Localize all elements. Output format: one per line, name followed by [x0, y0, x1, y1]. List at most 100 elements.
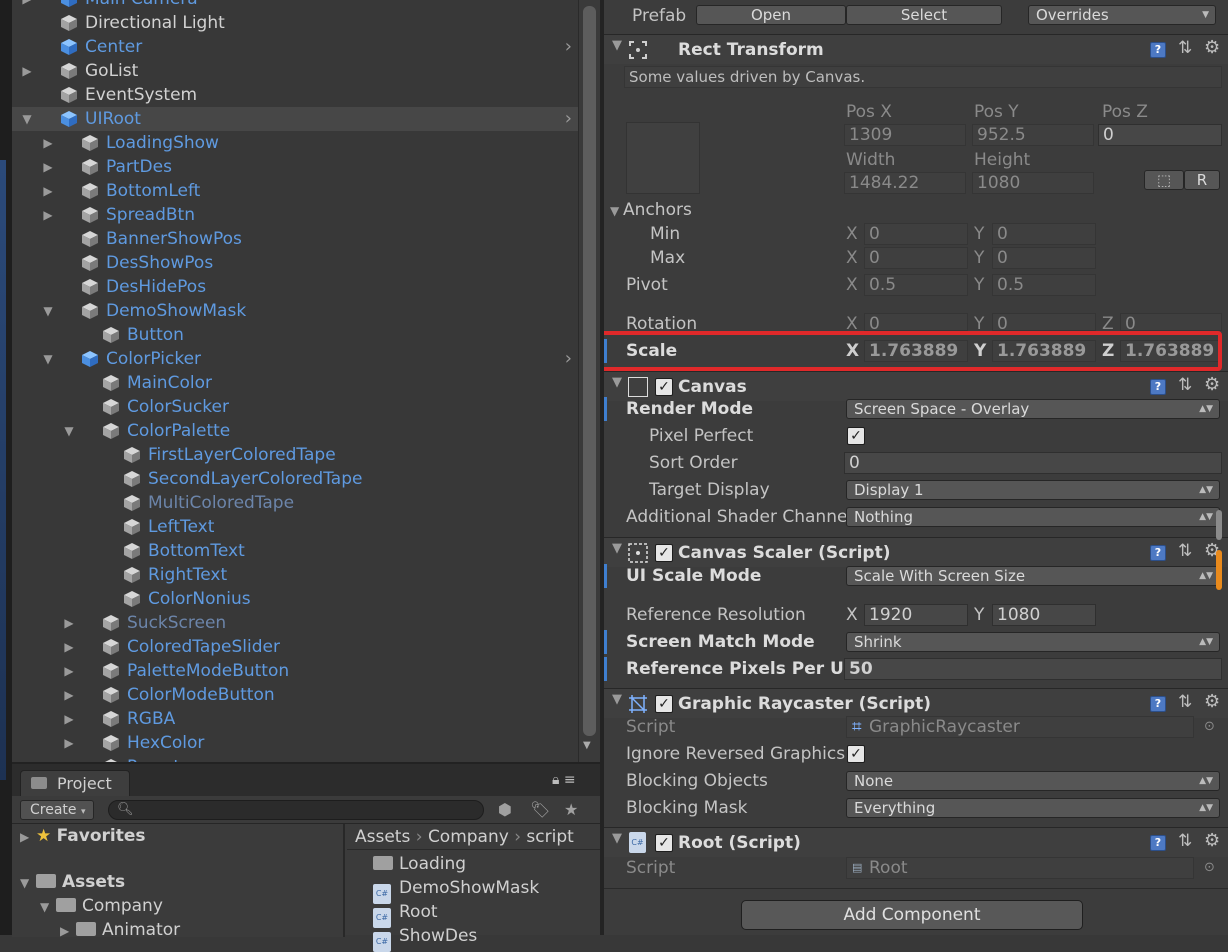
gear-icon[interactable]: ⚙	[1204, 691, 1220, 712]
expand-down-icon[interactable]: ▼	[20, 107, 34, 131]
anchor-preset-widget[interactable]	[626, 122, 700, 194]
hierarchy-item[interactable]: ▶ HexColor	[12, 731, 578, 755]
file-item-showdes[interactable]: C# ShowDes	[373, 924, 477, 952]
scrollbar-thumb[interactable]	[1216, 550, 1222, 590]
lock-menu-icon[interactable]: 🔒︎ ≡	[552, 772, 576, 788]
hierarchy-item[interactable]: ▶ GoList	[12, 59, 578, 83]
expand-right-icon[interactable]: ▶	[62, 683, 76, 707]
preset-icon[interactable]: ⇅	[1178, 541, 1192, 561]
expand-right-icon[interactable]: ▶	[62, 611, 76, 635]
reference-ppu-field[interactable]: 50	[844, 658, 1222, 680]
sort-order-field[interactable]: 0	[844, 452, 1222, 474]
expand-right-icon[interactable]: ▶	[62, 707, 76, 731]
add-component-button[interactable]: Add Component	[741, 900, 1083, 930]
blueprint-mode-button[interactable]: ⬚	[1144, 170, 1184, 190]
hierarchy-item[interactable]: Center ›	[12, 35, 578, 59]
raw-edit-button[interactable]: R	[1184, 170, 1220, 190]
foldout-arrow-icon[interactable]: ▼	[612, 831, 622, 846]
hierarchy-item[interactable]: BottomText	[12, 539, 578, 563]
reference-resolution-x-field[interactable]: 1920	[864, 604, 968, 626]
hierarchy-item[interactable]: ▼ UIRoot ›	[12, 107, 578, 131]
canvas-scaler-enabled-checkbox[interactable]: ✓	[655, 544, 673, 562]
expand-down-icon[interactable]: ▼	[41, 299, 55, 323]
target-display-dropdown[interactable]: Display 1 ▲▼	[846, 480, 1220, 500]
expand-right-icon[interactable]: ▶	[41, 155, 55, 179]
foldout-arrow-icon[interactable]: ▼	[612, 38, 622, 53]
favorites-item[interactable]: ▶ ★ Favorites	[20, 824, 146, 849]
filter-type-icon[interactable]: ⬢	[498, 800, 512, 819]
expand-right-icon[interactable]: ▶	[62, 659, 76, 683]
expand-right-icon[interactable]: ▶	[41, 203, 55, 227]
foldout-arrow-icon[interactable]: ▼	[612, 541, 622, 556]
preset-icon[interactable]: ⇅	[1178, 692, 1192, 712]
prefab-select-button[interactable]: Select	[846, 5, 1002, 25]
hierarchy-item[interactable]: DesHidePos	[12, 275, 578, 299]
canvas-enabled-checkbox[interactable]: ✓	[655, 378, 673, 396]
inspector-scrollbar[interactable]	[1216, 510, 1224, 590]
assets-item[interactable]: ▼ Assets	[20, 870, 125, 895]
hierarchy-scrollbar[interactable]: ▼	[578, 0, 600, 762]
expand-down-icon[interactable]: ▼	[62, 419, 76, 443]
hierarchy-item[interactable]: FirstLayerColoredTape	[12, 443, 578, 467]
create-button[interactable]: Create ▾	[20, 800, 94, 820]
root-script-enabled-checkbox[interactable]: ✓	[655, 834, 673, 852]
prefab-overrides-dropdown[interactable]: Overrides ▼	[1028, 5, 1216, 25]
expand-right-icon[interactable]: ▶	[62, 635, 76, 659]
hierarchy-item[interactable]: ▶ BottomLeft	[12, 179, 578, 203]
blocking-mask-dropdown[interactable]: Everything ▲▼	[846, 798, 1220, 818]
render-mode-dropdown[interactable]: Screen Space - Overlay ▲▼	[846, 399, 1220, 419]
help-icon[interactable]: ?	[1150, 379, 1166, 395]
pos-z-field[interactable]: 0	[1098, 124, 1222, 146]
animator-folder-item[interactable]: ▶ Animator	[60, 918, 180, 943]
object-picker-icon[interactable]: ⊙	[1204, 715, 1215, 739]
hierarchy-item[interactable]: RightText	[12, 563, 578, 587]
hierarchy-item[interactable]: ▶ Main Camera	[12, 0, 578, 11]
gear-icon[interactable]: ⚙	[1204, 374, 1220, 395]
hierarchy-item[interactable]: ▼ ColorPicker ›	[12, 347, 578, 371]
anchors-foldout[interactable]: ▼ Anchors	[610, 198, 692, 223]
hierarchy-item[interactable]: ▶ Preset	[12, 755, 578, 762]
project-search-input[interactable]: 🔍︎	[108, 800, 484, 820]
ui-scale-mode-dropdown[interactable]: Scale With Screen Size ▲▼	[846, 566, 1220, 586]
foldout-arrow-icon[interactable]: ▼	[612, 692, 622, 707]
open-prefab-chevron-icon[interactable]: ›	[565, 347, 572, 371]
pixel-perfect-checkbox[interactable]: ✓	[847, 427, 865, 445]
graphic-raycaster-header[interactable]: ▼ ✓ Graphic Raycaster (Script) ? ⇅ ⚙	[604, 688, 1228, 718]
hierarchy-item[interactable]: ▶ SuckScreen	[12, 611, 578, 635]
hierarchy-item[interactable]: ColorNonius	[12, 587, 578, 611]
open-prefab-chevron-icon[interactable]: ›	[565, 107, 572, 131]
scroll-down-icon[interactable]: ▼	[583, 740, 591, 751]
hierarchy-item[interactable]: Button	[12, 323, 578, 347]
hierarchy-item[interactable]: EventSystem	[12, 83, 578, 107]
breadcrumb-item[interactable]: Assets	[355, 827, 410, 847]
file-item-loading[interactable]: Loading	[373, 852, 466, 876]
expand-right-icon[interactable]: ▶	[62, 755, 76, 762]
tab-project[interactable]: Project	[20, 770, 130, 796]
scrollbar-thumb[interactable]	[583, 6, 596, 736]
expand-right-icon[interactable]: ▶	[41, 131, 55, 155]
hierarchy-item[interactable]: SecondLayerColoredTape	[12, 467, 578, 491]
expand-right-icon[interactable]: ▶	[20, 0, 34, 11]
help-icon[interactable]: ?	[1150, 545, 1166, 561]
gear-icon[interactable]: ⚙	[1204, 830, 1220, 851]
hierarchy-item[interactable]: ColorSucker	[12, 395, 578, 419]
hierarchy-item[interactable]: ▶ LoadingShow	[12, 131, 578, 155]
hierarchy-item[interactable]: MultiColoredTape	[12, 491, 578, 515]
foldout-arrow-icon[interactable]: ▼	[612, 375, 622, 390]
help-icon[interactable]: ?	[1150, 835, 1166, 851]
open-prefab-chevron-icon[interactable]: ›	[565, 35, 572, 59]
graphic-raycaster-enabled-checkbox[interactable]: ✓	[655, 695, 673, 713]
prefab-open-button[interactable]: Open	[696, 5, 846, 25]
reference-resolution-y-field[interactable]: 1080	[992, 604, 1096, 626]
hierarchy-item[interactable]: ▶ ColorModeButton	[12, 683, 578, 707]
hierarchy-item[interactable]: ▼ ColorPalette	[12, 419, 578, 443]
hierarchy-item[interactable]: ▼ DemoShowMask	[12, 299, 578, 323]
expand-right-icon[interactable]: ▶	[20, 59, 34, 83]
gear-icon[interactable]: ⚙	[1204, 37, 1220, 58]
hierarchy-item[interactable]: BannerShowPos	[12, 227, 578, 251]
root-script-header[interactable]: ▼ C# ✓ Root (Script) ? ⇅ ⚙	[604, 827, 1228, 857]
preset-icon[interactable]: ⇅	[1178, 831, 1192, 851]
help-icon[interactable]: ?	[1150, 696, 1166, 712]
blocking-objects-dropdown[interactable]: None ▲▼	[846, 771, 1220, 791]
object-picker-icon[interactable]: ⊙	[1204, 856, 1215, 880]
